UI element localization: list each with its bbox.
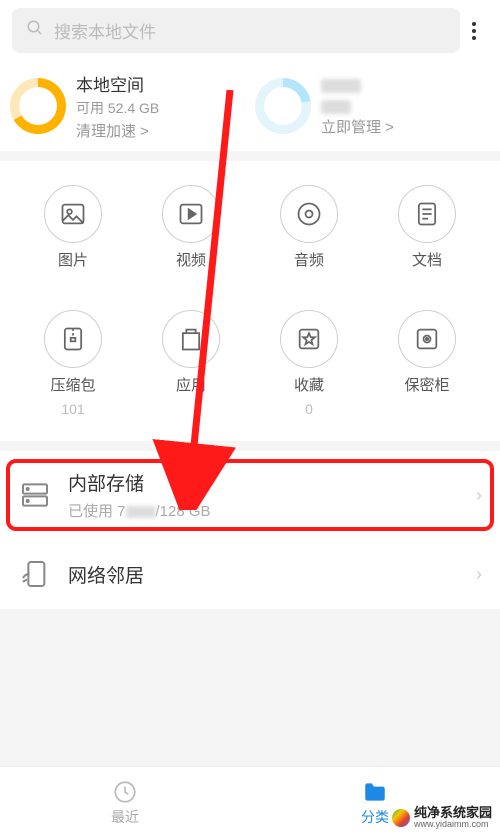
tab-label: 分类 [361,807,389,827]
category-label: 视频 [176,249,206,270]
chevron-right-icon: › [476,485,482,506]
manage-cloud-link[interactable]: 立即管理 > [321,116,394,137]
category-docs[interactable]: 文档 [368,185,486,292]
clock-icon [112,779,138,805]
category-apps[interactable]: 应用 [132,310,250,417]
star-icon [280,310,338,368]
tab-label: 最近 [111,807,139,827]
document-icon [398,185,456,243]
category-archives[interactable]: 压缩包 101 [14,310,132,417]
local-storage-ring-icon [10,78,66,134]
cloud-storage-card[interactable]: 立即管理 > [255,71,490,141]
network-neighborhood-item[interactable]: 网络邻居 › [0,539,500,609]
category-audio[interactable]: 音频 [250,185,368,292]
category-grid: 图片 视频 音频 文档 压缩包 101 应用 [0,161,500,441]
network-icon [18,557,52,591]
internal-storage-title: 内部存储 [68,469,460,496]
watermark-url: www.yidaimm.com [414,820,492,830]
local-storage-card[interactable]: 本地空间 可用 52.4 GB 清理加速 > [10,71,245,141]
search-icon [26,19,44,42]
storage-icon [18,478,52,512]
video-icon [162,185,220,243]
local-storage-available: 可用 52.4 GB [76,98,159,118]
cloud-storage-sub [321,97,394,113]
watermark: 纯净系统家园 www.yidaimm.com [392,806,492,830]
image-icon [44,185,102,243]
audio-icon [280,185,338,243]
category-videos[interactable]: 视频 [132,185,250,292]
category-count: 101 [61,401,84,417]
archive-icon [44,310,102,368]
category-vault[interactable]: 保密柜 [368,310,486,417]
more-options-button[interactable] [460,22,488,40]
category-label: 应用 [176,374,206,395]
local-storage-title: 本地空间 [76,71,159,96]
search-input[interactable]: 搜索本地文件 [12,8,460,53]
cloud-storage-ring-icon [255,78,311,134]
clean-up-link[interactable]: 清理加速 > [76,120,159,141]
apps-icon [162,310,220,368]
cloud-storage-title [321,75,394,95]
category-count: 0 [305,401,313,417]
category-label: 收藏 [294,374,324,395]
category-favorites[interactable]: 收藏 0 [250,310,368,417]
category-label: 保密柜 [404,374,449,395]
chevron-right-icon: › [476,564,482,585]
search-placeholder: 搜索本地文件 [54,18,156,43]
category-label: 压缩包 [50,374,95,395]
network-title: 网络邻居 [68,561,460,588]
tab-recent[interactable]: 最近 [0,779,250,827]
category-label: 图片 [58,249,88,270]
category-label: 音频 [294,249,324,270]
internal-storage-used: 已使用 7/128 GB [68,500,460,521]
watermark-logo-icon [392,809,410,827]
safe-icon [398,310,456,368]
category-images[interactable]: 图片 [14,185,132,292]
category-label: 文档 [412,249,442,270]
watermark-text: 纯净系统家园 [414,806,492,820]
folder-icon [362,779,388,805]
internal-storage-item[interactable]: 内部存储 已使用 7/128 GB › [0,451,500,539]
